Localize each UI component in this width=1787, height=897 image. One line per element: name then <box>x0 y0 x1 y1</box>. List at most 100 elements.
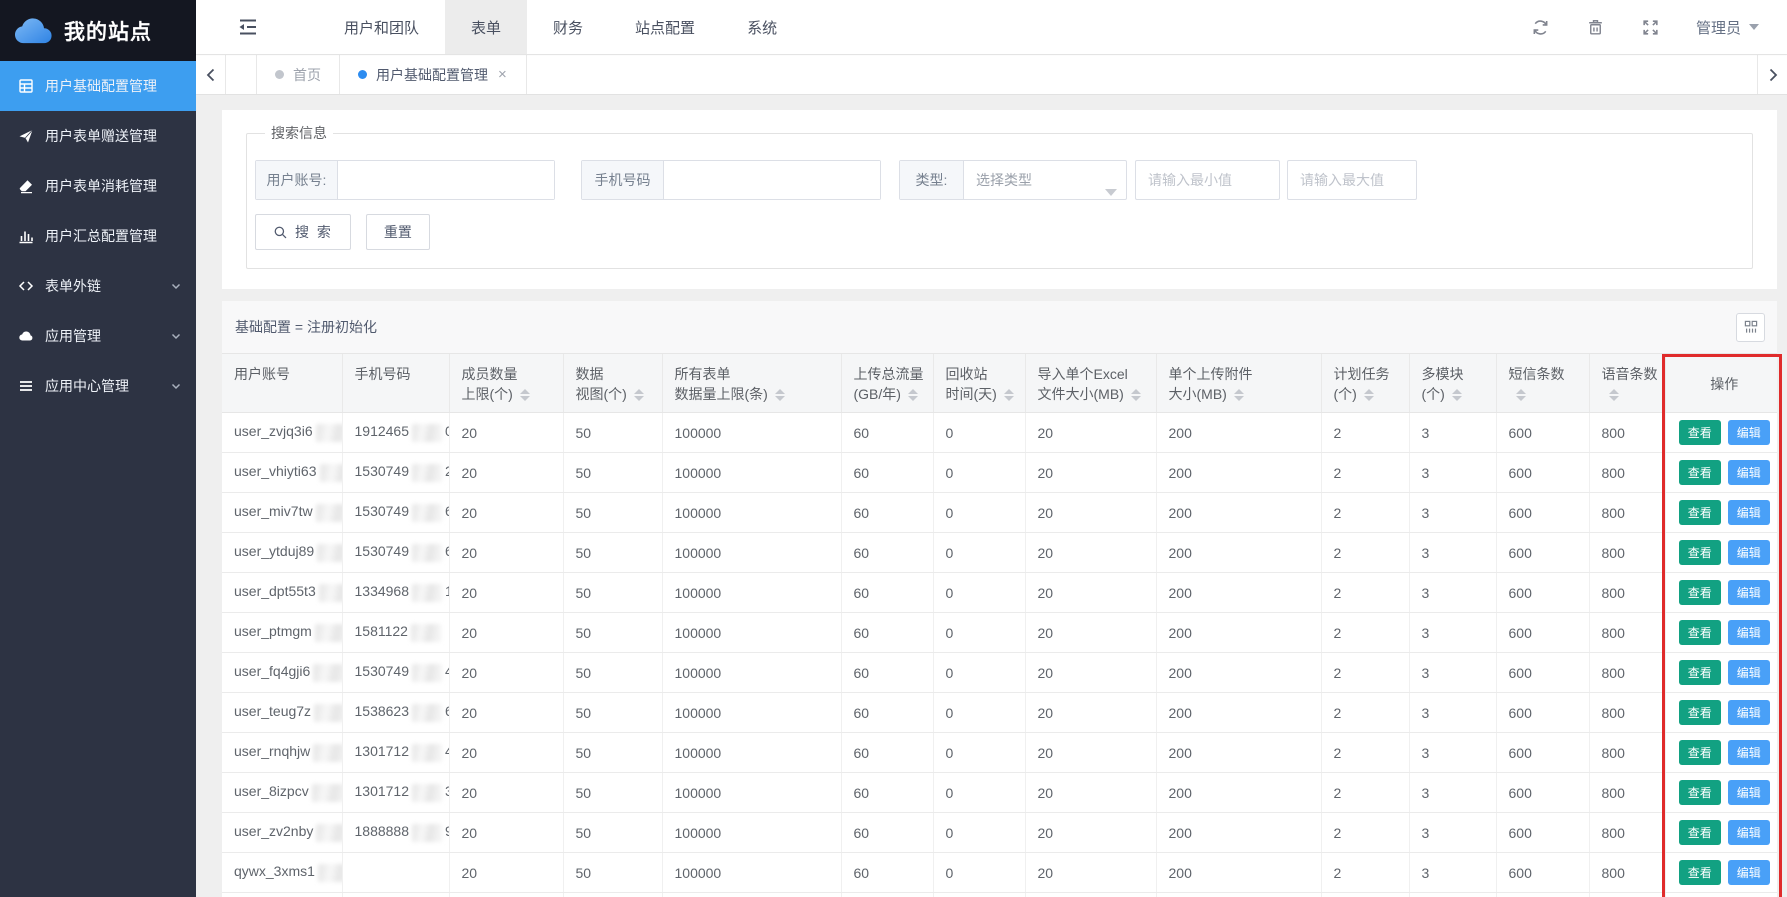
trash-icon[interactable] <box>1586 18 1605 37</box>
search-button[interactable]: 搜 索 <box>255 214 351 250</box>
column-header-recycle_days[interactable]: 回收站时间(天) <box>933 354 1025 413</box>
tabs-scroll-left[interactable] <box>196 55 226 94</box>
column-header-multi_module[interactable]: 多模块(个) <box>1409 354 1496 413</box>
fullscreen-icon[interactable] <box>1641 18 1660 37</box>
sort-caret-icon[interactable] <box>908 389 918 401</box>
edit-button[interactable]: 编辑 <box>1728 660 1770 685</box>
edit-button[interactable]: 编辑 <box>1728 420 1770 445</box>
sort-caret-icon[interactable] <box>1234 389 1244 401</box>
column-header-form_data_limit[interactable]: 所有表单数据量上限(条) <box>662 354 841 413</box>
sidebar-item-form-consume[interactable]: 用户表单消耗管理 <box>0 161 196 211</box>
close-icon[interactable]: × <box>497 67 508 82</box>
column-header-sms_count[interactable]: 短信条数 <box>1496 354 1589 413</box>
cell-actions: 查看编辑 <box>1665 693 1777 733</box>
column-header-excel_size[interactable]: 导入单个Excel文件大小(MB) <box>1025 354 1156 413</box>
view-button[interactable]: 查看 <box>1679 780 1721 805</box>
max-value-input[interactable] <box>1287 160 1417 200</box>
column-header-voice_count[interactable]: 语音条数 <box>1589 354 1665 413</box>
cell-value: 2 <box>1321 773 1409 813</box>
topnav-item-finance[interactable]: 财务 <box>527 0 609 54</box>
view-button[interactable]: 查看 <box>1679 700 1721 725</box>
sort-caret-icon[interactable] <box>1516 389 1526 401</box>
angle-brackets-icon <box>18 278 34 294</box>
view-button[interactable]: 查看 <box>1679 820 1721 845</box>
sidebar-item-app-management[interactable]: 应用管理 <box>0 311 196 361</box>
edit-button[interactable]: 编辑 <box>1728 540 1770 565</box>
column-header-scheduled_tasks[interactable]: 计划任务(个) <box>1321 354 1409 413</box>
redacted-text <box>316 504 342 522</box>
sidebar-item-form-gift[interactable]: 用户表单赠送管理 <box>0 111 196 161</box>
cell-value: 60 <box>841 813 933 853</box>
cell-value: 2 <box>1321 613 1409 653</box>
sort-caret-icon[interactable] <box>1364 389 1374 401</box>
account-input[interactable] <box>338 161 554 199</box>
cell-value: 600 <box>1496 493 1589 533</box>
view-button[interactable]: 查看 <box>1679 540 1721 565</box>
view-button[interactable]: 查看 <box>1679 620 1721 645</box>
sort-caret-icon[interactable] <box>1609 389 1619 401</box>
edit-button[interactable]: 编辑 <box>1728 500 1770 525</box>
sort-caret-icon[interactable] <box>520 389 530 401</box>
tab-user-basic-config[interactable]: 用户基础配置管理 × <box>340 55 527 94</box>
sort-caret-icon[interactable] <box>775 389 785 401</box>
sidebar-item-summary-config[interactable]: 用户汇总配置管理 <box>0 211 196 261</box>
topnav-item-users-teams[interactable]: 用户和团队 <box>318 0 445 54</box>
view-button[interactable]: 查看 <box>1679 740 1721 765</box>
cell-value: 200 <box>1156 653 1321 693</box>
sort-caret-icon[interactable] <box>1452 389 1462 401</box>
sort-caret-icon[interactable] <box>1004 389 1014 401</box>
account-input-group: 用户账号: <box>255 160 555 200</box>
cell-value: 2 <box>1321 493 1409 533</box>
edit-button[interactable]: 编辑 <box>1728 820 1770 845</box>
reset-button[interactable]: 重置 <box>366 214 430 250</box>
type-select[interactable]: 选择类型 <box>964 161 1126 199</box>
column-header-upload_traffic[interactable]: 上传总流量(GB/年) <box>841 354 933 413</box>
view-button[interactable]: 查看 <box>1679 580 1721 605</box>
edit-button[interactable]: 编辑 <box>1728 580 1770 605</box>
cell-value: 800 <box>1589 413 1665 453</box>
sidebar-item-form-external-link[interactable]: 表单外链 <box>0 261 196 311</box>
cell-value: 0 <box>933 613 1025 653</box>
tab-home[interactable]: 首页 <box>256 55 340 94</box>
edit-button[interactable]: 编辑 <box>1728 780 1770 805</box>
sidebar-item-app-center[interactable]: 应用中心管理 <box>0 361 196 411</box>
account-label: 用户账号: <box>256 161 338 199</box>
cell-value: 50 <box>563 493 662 533</box>
topnav-item-site-config[interactable]: 站点配置 <box>609 0 721 54</box>
user-menu[interactable]: 管理员 <box>1696 17 1759 38</box>
cell-value: 3 <box>1409 653 1496 693</box>
sidebar-item-label: 表单外链 <box>45 276 159 296</box>
sort-caret-icon[interactable] <box>1131 389 1141 401</box>
view-button[interactable]: 查看 <box>1679 460 1721 485</box>
edit-button[interactable]: 编辑 <box>1728 460 1770 485</box>
sidebar-item-label: 应用管理 <box>45 326 159 346</box>
edit-button[interactable]: 编辑 <box>1728 700 1770 725</box>
min-value-input[interactable] <box>1135 160 1280 200</box>
cell-actions: 查看编辑 <box>1665 813 1777 853</box>
phone-input-group: 手机号码 <box>581 160 881 200</box>
tabs-scroll-right[interactable] <box>1757 55 1787 94</box>
view-button[interactable]: 查看 <box>1679 500 1721 525</box>
cell-value: 20 <box>449 853 563 893</box>
refresh-icon[interactable] <box>1531 18 1550 37</box>
sidebar-item-user-basic-config[interactable]: 用户基础配置管理 <box>0 61 196 111</box>
view-button[interactable]: 查看 <box>1679 860 1721 885</box>
cell-value: 600 <box>1496 853 1589 893</box>
column-header-member_limit[interactable]: 成员数量上限(个) <box>449 354 563 413</box>
column-settings-button[interactable] <box>1736 313 1765 342</box>
menu-fold-icon[interactable] <box>236 15 260 39</box>
cell-value: 100000 <box>662 653 841 693</box>
view-button[interactable]: 查看 <box>1679 420 1721 445</box>
cell-value: 200 <box>1156 613 1321 653</box>
topnav-item-system[interactable]: 系统 <box>721 0 803 54</box>
phone-input[interactable] <box>664 161 880 199</box>
column-header-attachment_size[interactable]: 单个上传附件大小(MB) <box>1156 354 1321 413</box>
topnav-item-forms[interactable]: 表单 <box>445 0 527 54</box>
edit-button[interactable]: 编辑 <box>1728 620 1770 645</box>
sort-caret-icon[interactable] <box>634 389 644 401</box>
column-header-data_views[interactable]: 数据视图(个) <box>563 354 662 413</box>
cell-value: 3 <box>1409 573 1496 613</box>
edit-button[interactable]: 编辑 <box>1728 860 1770 885</box>
edit-button[interactable]: 编辑 <box>1728 740 1770 765</box>
view-button[interactable]: 查看 <box>1679 660 1721 685</box>
